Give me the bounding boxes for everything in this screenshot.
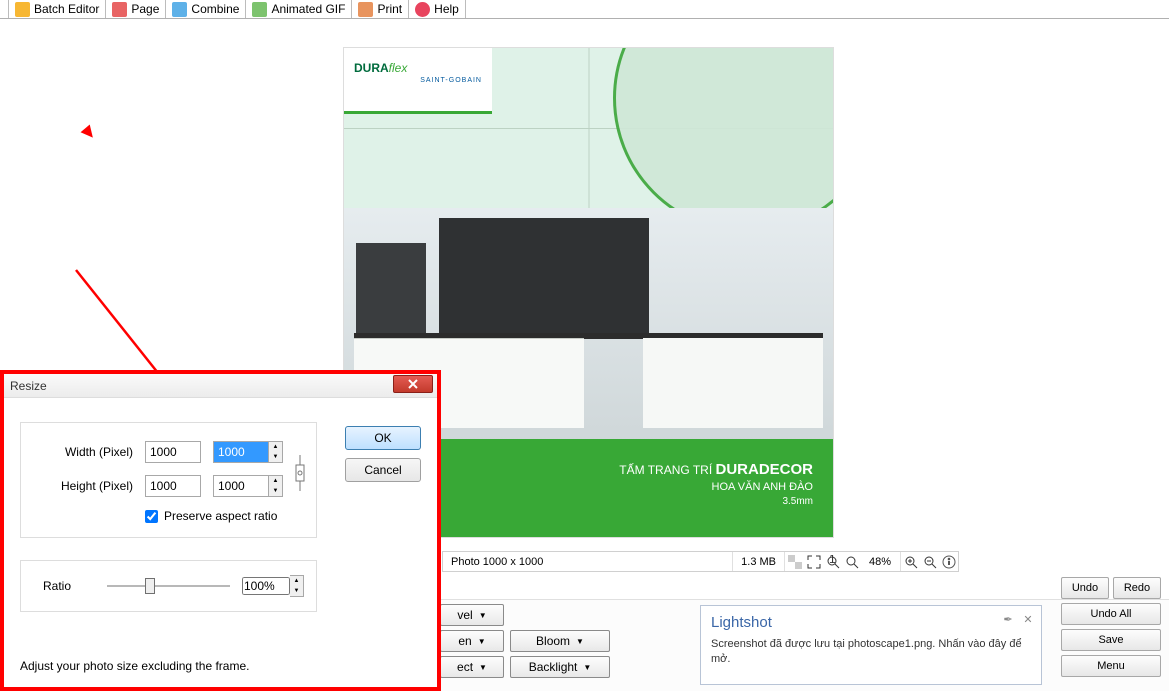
dialog-titlebar[interactable]: Resize bbox=[4, 374, 437, 398]
tb-label: Animated GIF bbox=[271, 2, 345, 16]
tb-label: Print bbox=[377, 2, 402, 16]
tb-label: Page bbox=[131, 2, 159, 16]
tb-page[interactable]: Page bbox=[106, 0, 166, 18]
status-bar: Photo 1000 x 1000 1.3 MB 1 48% bbox=[442, 551, 959, 572]
image-logo: DURAflex SAINT-GOBAIN bbox=[344, 48, 492, 114]
svg-text:1: 1 bbox=[829, 555, 836, 566]
ratio-label: Ratio bbox=[43, 579, 107, 593]
redo-button[interactable]: Redo bbox=[1113, 577, 1161, 599]
notif-body: Screenshot đã được lưu tại photoscape1.p… bbox=[711, 637, 1031, 668]
ratio-spinner[interactable]: ▲▼ bbox=[290, 575, 304, 597]
preserve-aspect-label: Preserve aspect ratio bbox=[164, 509, 277, 523]
height-original bbox=[145, 475, 201, 497]
save-button[interactable]: Save bbox=[1061, 629, 1161, 651]
zoom-out-icon[interactable] bbox=[920, 552, 939, 571]
combo-effect[interactable]: ect▼ bbox=[440, 656, 504, 678]
height-spinner[interactable]: ▲▼ bbox=[269, 475, 283, 497]
tb-help[interactable]: Help bbox=[409, 0, 466, 18]
width-spinner[interactable]: ▲▼ bbox=[269, 441, 283, 463]
undo-button[interactable]: Undo bbox=[1061, 577, 1109, 599]
chain-icon bbox=[292, 451, 308, 495]
ratio-input[interactable] bbox=[242, 577, 290, 595]
tb-animated-gif[interactable]: Animated GIF bbox=[246, 0, 352, 18]
status-dims: Photo 1000 x 1000 bbox=[443, 552, 733, 571]
tb-label: Batch Editor bbox=[34, 2, 99, 16]
zoom-100-icon[interactable]: 1 bbox=[823, 552, 842, 571]
lightshot-notification[interactable]: ✒ ✕ Lightshot Screenshot đã được lưu tại… bbox=[700, 605, 1042, 685]
notif-title: Lightshot bbox=[711, 614, 1031, 631]
combo-backlight[interactable]: Backlight▼ bbox=[510, 656, 610, 678]
zoom-in-icon[interactable] bbox=[901, 552, 920, 571]
fit-screen-icon[interactable] bbox=[804, 552, 823, 571]
ok-button[interactable]: OK bbox=[345, 426, 421, 450]
tb-label: Help bbox=[434, 2, 459, 16]
dialog-title: Resize bbox=[10, 379, 47, 393]
ratio-slider[interactable] bbox=[107, 576, 230, 596]
width-original bbox=[145, 441, 201, 463]
preserve-aspect-checkbox[interactable] bbox=[145, 510, 158, 523]
notif-close-icon[interactable]: ✕ bbox=[1021, 612, 1035, 626]
tb-label: Combine bbox=[191, 2, 239, 16]
transparency-icon[interactable] bbox=[785, 552, 804, 571]
combo-bloom[interactable]: Bloom▼ bbox=[510, 630, 610, 652]
arrow-head bbox=[81, 125, 98, 142]
combo-level[interactable]: vel▼ bbox=[440, 604, 504, 626]
cancel-button[interactable]: Cancel bbox=[345, 458, 421, 482]
right-buttons: Undo Redo Undo All Save Menu bbox=[1061, 577, 1161, 681]
height-label: Height (Pixel) bbox=[33, 479, 133, 493]
width-input[interactable] bbox=[213, 441, 269, 463]
menu-button[interactable]: Menu bbox=[1061, 655, 1161, 677]
status-size: 1.3 MB bbox=[733, 552, 785, 571]
tb-batch-editor[interactable]: Batch Editor bbox=[9, 0, 106, 18]
tb-print[interactable]: Print bbox=[352, 0, 409, 18]
tb-combine[interactable]: Combine bbox=[166, 0, 246, 18]
close-button[interactable] bbox=[393, 375, 433, 393]
info-icon[interactable] bbox=[939, 552, 958, 571]
height-input[interactable] bbox=[213, 475, 269, 497]
undo-all-button[interactable]: Undo All bbox=[1061, 603, 1161, 625]
close-icon bbox=[407, 379, 419, 389]
dialog-hint: Adjust your photo size excluding the fra… bbox=[20, 659, 249, 673]
resize-dialog: Resize Width (Pixel) ▲▼ Height (Pixel) bbox=[0, 370, 441, 691]
status-zoom: 48% bbox=[861, 552, 901, 571]
combo-sharpen[interactable]: en▼ bbox=[440, 630, 504, 652]
pin-icon[interactable]: ✒ bbox=[1001, 612, 1015, 626]
width-label: Width (Pixel) bbox=[33, 445, 133, 459]
zoom-fit-icon[interactable] bbox=[842, 552, 861, 571]
top-toolbar: Batch Editor Page Combine Animated GIF P… bbox=[0, 0, 1169, 19]
